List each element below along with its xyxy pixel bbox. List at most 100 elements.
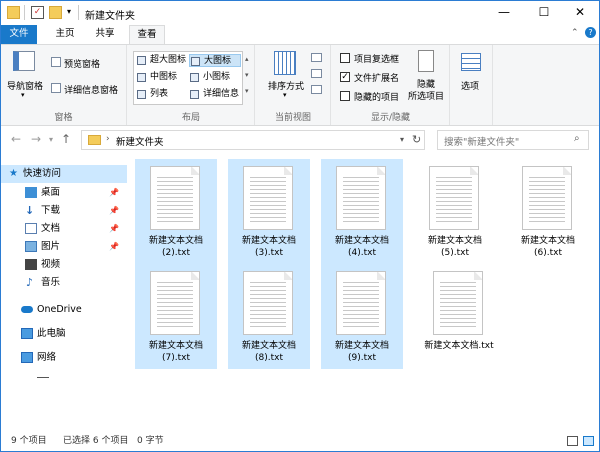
- nav-item-desktop[interactable]: 桌面 📌: [1, 184, 127, 202]
- window-title: 新建文件夹: [85, 11, 135, 22]
- ribbon-tabs: 文件 主页 共享 查看 ⌃ ?: [1, 25, 599, 44]
- status-bar: 9 个项目 已选择 6 个项目 0 字节: [1, 431, 599, 451]
- layout-medium-icons[interactable]: 中图标: [136, 71, 186, 84]
- pin-icon[interactable]: 📌: [109, 202, 119, 220]
- hide-selected-button-line2[interactable]: 所选项目: [408, 89, 444, 102]
- file-name: 新建文本文档.txt: [424, 341, 494, 351]
- preview-pane-icon: [51, 57, 61, 67]
- options-button[interactable]: 选项: [461, 79, 479, 92]
- layout-details[interactable]: 详细信息: [189, 88, 241, 101]
- group-by-icon[interactable]: [311, 53, 322, 62]
- refresh-icon[interactable]: ↻: [412, 133, 421, 146]
- nav-item-label: 图片: [41, 241, 61, 252]
- forward-icon[interactable]: →: [31, 132, 41, 146]
- show-hide-group: 项目复选框 ✓ 文件扩展名 隐藏的项目 隐藏 所选项目 显示/隐藏: [332, 45, 450, 125]
- file-extensions-checkbox[interactable]: ✓: [340, 72, 350, 82]
- up-icon[interactable]: ↑: [61, 132, 71, 146]
- add-columns-icon[interactable]: [311, 69, 322, 78]
- picture-icon: [25, 241, 37, 252]
- properties-icon[interactable]: ✓: [31, 6, 44, 19]
- hidden-items-label: 隐藏的项目: [354, 93, 400, 103]
- nav-item-label: OneDrive: [37, 304, 82, 315]
- text-file-icon: [150, 271, 200, 335]
- layout-option-label: 大图标: [204, 56, 232, 66]
- file-name: 新建文本文档 (6).txt: [520, 236, 575, 258]
- new-folder-icon[interactable]: [49, 6, 62, 19]
- details-view-icon[interactable]: [567, 436, 578, 446]
- nav-item-onedrive[interactable]: OneDrive: [1, 301, 127, 319]
- file-item[interactable]: 新建文本文档 (5).txt: [414, 159, 496, 264]
- search-icon[interactable]: ⌕: [574, 133, 580, 144]
- maximize-button[interactable]: ☐: [525, 1, 563, 25]
- star-icon: ★: [9, 168, 18, 179]
- search-input[interactable]: 搜索"新建文件夹": [444, 134, 519, 148]
- nav-item-network[interactable]: 网络: [1, 349, 127, 367]
- text-file-icon: [522, 166, 572, 230]
- collapse-ribbon-icon[interactable]: ⌃: [571, 28, 579, 38]
- medium-icons-icon: [137, 73, 146, 82]
- nav-item-label: 网络: [37, 352, 57, 363]
- layout-small-icons[interactable]: 小图标: [189, 71, 241, 84]
- help-icon[interactable]: ?: [585, 27, 596, 38]
- file-name: 新建文本文档 (8).txt: [241, 341, 296, 363]
- pin-icon[interactable]: 📌: [109, 220, 119, 238]
- minimize-button[interactable]: —: [485, 1, 523, 25]
- file-name: 新建文本文档 (4).txt: [334, 236, 389, 258]
- pin-icon[interactable]: 📌: [109, 184, 119, 202]
- explorer-window: ✓ ▾ 新建文件夹 — ☐ ✕ 文件 主页 共享 查看 ⌃ ? 导航窗格 ▾ 预…: [0, 0, 600, 452]
- nav-item-this-pc[interactable]: 此电脑: [1, 325, 127, 343]
- file-item[interactable]: 新建文本文档 (3).txt: [228, 159, 310, 264]
- large-icons-view-icon[interactable]: [583, 436, 594, 446]
- layout-gallery: 超大图标 大图标 中图标 小图标 列表 详细信息: [133, 51, 243, 105]
- details-pane-button[interactable]: 详细信息窗格: [64, 83, 118, 96]
- nav-item-downloads[interactable]: ↓ 下载 📌: [1, 202, 127, 220]
- address-dropdown-icon[interactable]: ▾: [400, 135, 404, 144]
- nav-item-documents[interactable]: 文档 📌: [1, 220, 127, 238]
- layout-scroll-icon[interactable]: ▴ ▾ ▾: [245, 51, 249, 99]
- file-item[interactable]: 新建文本文档.txt: [414, 264, 504, 369]
- file-item[interactable]: 新建文本文档 (6).txt: [507, 159, 589, 264]
- file-item[interactable]: 新建文本文档 (7).txt: [135, 264, 217, 369]
- cloud-icon: [21, 306, 33, 313]
- nav-item-pictures[interactable]: 图片 📌: [1, 238, 127, 256]
- panes-group: 导航窗格 ▾ 预览窗格 详细信息窗格 窗格: [1, 45, 127, 125]
- nav-item-music[interactable]: ♪ 音乐: [1, 274, 127, 292]
- recent-locations-icon[interactable]: ▾: [49, 135, 53, 144]
- nav-item-label: 此电脑: [37, 328, 66, 339]
- pin-icon[interactable]: 📌: [109, 238, 119, 256]
- file-item[interactable]: 新建文本文档 (9).txt: [321, 264, 403, 369]
- item-checkboxes-checkbox[interactable]: [340, 53, 350, 63]
- address-bar[interactable]: › 新建文件夹 ▾ ↻: [81, 130, 425, 150]
- breadcrumb-current[interactable]: 新建文件夹: [116, 134, 164, 148]
- layout-large-icons[interactable]: 大图标: [189, 54, 241, 67]
- layout-list[interactable]: 列表: [136, 88, 186, 101]
- selection-size: 0 字节: [137, 436, 164, 446]
- tab-view[interactable]: 查看: [129, 25, 165, 44]
- chevron-down-icon[interactable]: ▾: [283, 91, 287, 99]
- file-item[interactable]: 新建文本文档 (8).txt: [228, 264, 310, 369]
- preview-pane-button[interactable]: 预览窗格: [64, 57, 100, 70]
- size-columns-icon[interactable]: [311, 85, 322, 94]
- tab-file[interactable]: 文件: [1, 25, 37, 44]
- tab-share[interactable]: 共享: [89, 25, 121, 44]
- breadcrumb-separator-icon[interactable]: ›: [106, 134, 110, 144]
- hide-selected-icon: [418, 50, 434, 72]
- file-item[interactable]: 新建文本文档 (4).txt: [321, 159, 403, 264]
- hidden-items-checkbox[interactable]: [340, 91, 350, 101]
- back-icon[interactable]: ←: [11, 132, 21, 146]
- layout-extra-large-icons[interactable]: 超大图标: [136, 54, 186, 67]
- layout-option-label: 小图标: [203, 72, 231, 82]
- chevron-down-icon[interactable]: ▾: [21, 91, 25, 99]
- nav-item-videos[interactable]: 视频: [1, 256, 127, 274]
- address-row: ← → ▾ ↑ › 新建文件夹 ▾ ↻ 搜索"新建文件夹" ⌕: [1, 129, 599, 151]
- computer-icon: [21, 328, 33, 339]
- close-button[interactable]: ✕: [561, 1, 599, 25]
- navigation-pane-button[interactable]: 导航窗格: [7, 79, 43, 92]
- nav-item-quick-access[interactable]: ★ 快速访问: [1, 165, 127, 183]
- search-box[interactable]: 搜索"新建文件夹" ⌕: [437, 130, 589, 150]
- layout-option-label: 详细信息: [203, 89, 240, 99]
- desktop-icon: [25, 187, 37, 198]
- tab-home[interactable]: 主页: [49, 25, 81, 44]
- customize-toolbar-icon[interactable]: ▾: [67, 7, 71, 16]
- file-item[interactable]: 新建文本文档 (2).txt: [135, 159, 217, 264]
